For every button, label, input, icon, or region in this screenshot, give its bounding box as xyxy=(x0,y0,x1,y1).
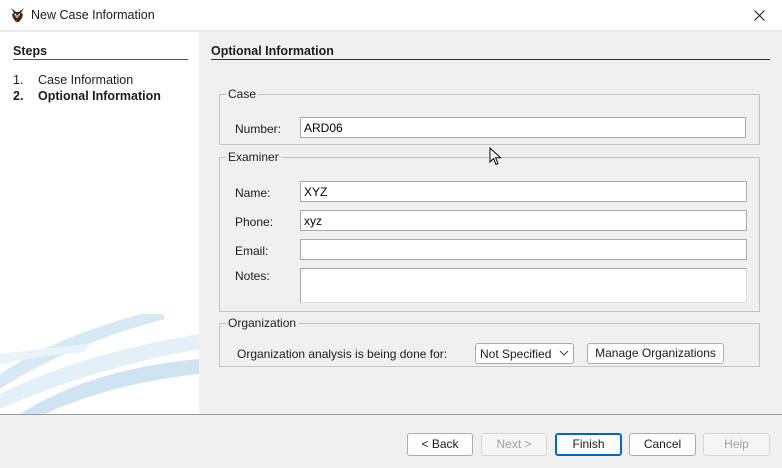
title-bar: New Case Information xyxy=(0,0,782,31)
title-divider xyxy=(211,59,770,60)
examiner-name-input[interactable] xyxy=(300,181,747,202)
steps-sidebar: Steps 1. Case Information 2. Optional Info… xyxy=(0,32,199,414)
mouse-cursor-icon xyxy=(489,147,502,166)
case-number-input[interactable] xyxy=(300,117,746,138)
app-dog-icon xyxy=(11,8,24,23)
phone-label: Phone: xyxy=(235,215,274,229)
organization-group-label: Organization xyxy=(226,316,299,330)
close-button[interactable] xyxy=(736,0,782,31)
page-title: Optional Information xyxy=(211,44,334,58)
step-number: 2. xyxy=(13,89,24,103)
sidebar-decoration xyxy=(0,314,199,414)
organization-prompt: Organization analysis is being done for: xyxy=(237,347,448,361)
examiner-group-label: Examiner xyxy=(226,150,281,164)
case-group: Case Number: xyxy=(219,87,760,145)
help-button[interactable]: Help xyxy=(703,433,770,456)
step-label: Optional Information xyxy=(38,89,161,103)
next-button[interactable]: Next > xyxy=(481,433,547,456)
main-panel: Optional Information Case Number: Examin… xyxy=(199,32,782,414)
email-label: Email: xyxy=(235,244,269,258)
examiner-group: Examiner Name: Phone: Email: Notes: xyxy=(219,150,760,312)
examiner-email-input[interactable] xyxy=(300,239,747,260)
name-label: Name: xyxy=(235,186,271,200)
cancel-button[interactable]: Cancel xyxy=(629,433,696,456)
chevron-down-icon xyxy=(559,350,569,356)
step-label: Case Information xyxy=(38,73,134,87)
window-title: New Case Information xyxy=(31,8,155,22)
manage-organizations-button[interactable]: Manage Organizations xyxy=(587,343,724,364)
step-optional-information: 2. Optional Information xyxy=(13,89,161,103)
number-label: Number: xyxy=(235,122,282,136)
steps-divider xyxy=(13,59,188,60)
back-button[interactable]: < Back xyxy=(407,433,473,456)
organization-select[interactable]: Not Specified xyxy=(475,343,574,364)
organization-group: Organization Organization analysis is be… xyxy=(219,316,760,367)
finish-button[interactable]: Finish xyxy=(555,433,622,456)
footer-bar: < Back Next > Finish Cancel Help xyxy=(0,414,782,468)
case-group-label: Case xyxy=(226,87,259,101)
examiner-notes-input[interactable] xyxy=(300,268,747,303)
close-icon xyxy=(753,10,765,21)
step-case-information: 1. Case Information xyxy=(13,73,133,87)
step-number: 1. xyxy=(13,73,24,87)
steps-heading: Steps xyxy=(13,44,48,58)
examiner-phone-input[interactable] xyxy=(300,210,747,231)
organization-select-value: Not Specified xyxy=(480,347,552,361)
notes-label: Notes: xyxy=(235,269,270,283)
